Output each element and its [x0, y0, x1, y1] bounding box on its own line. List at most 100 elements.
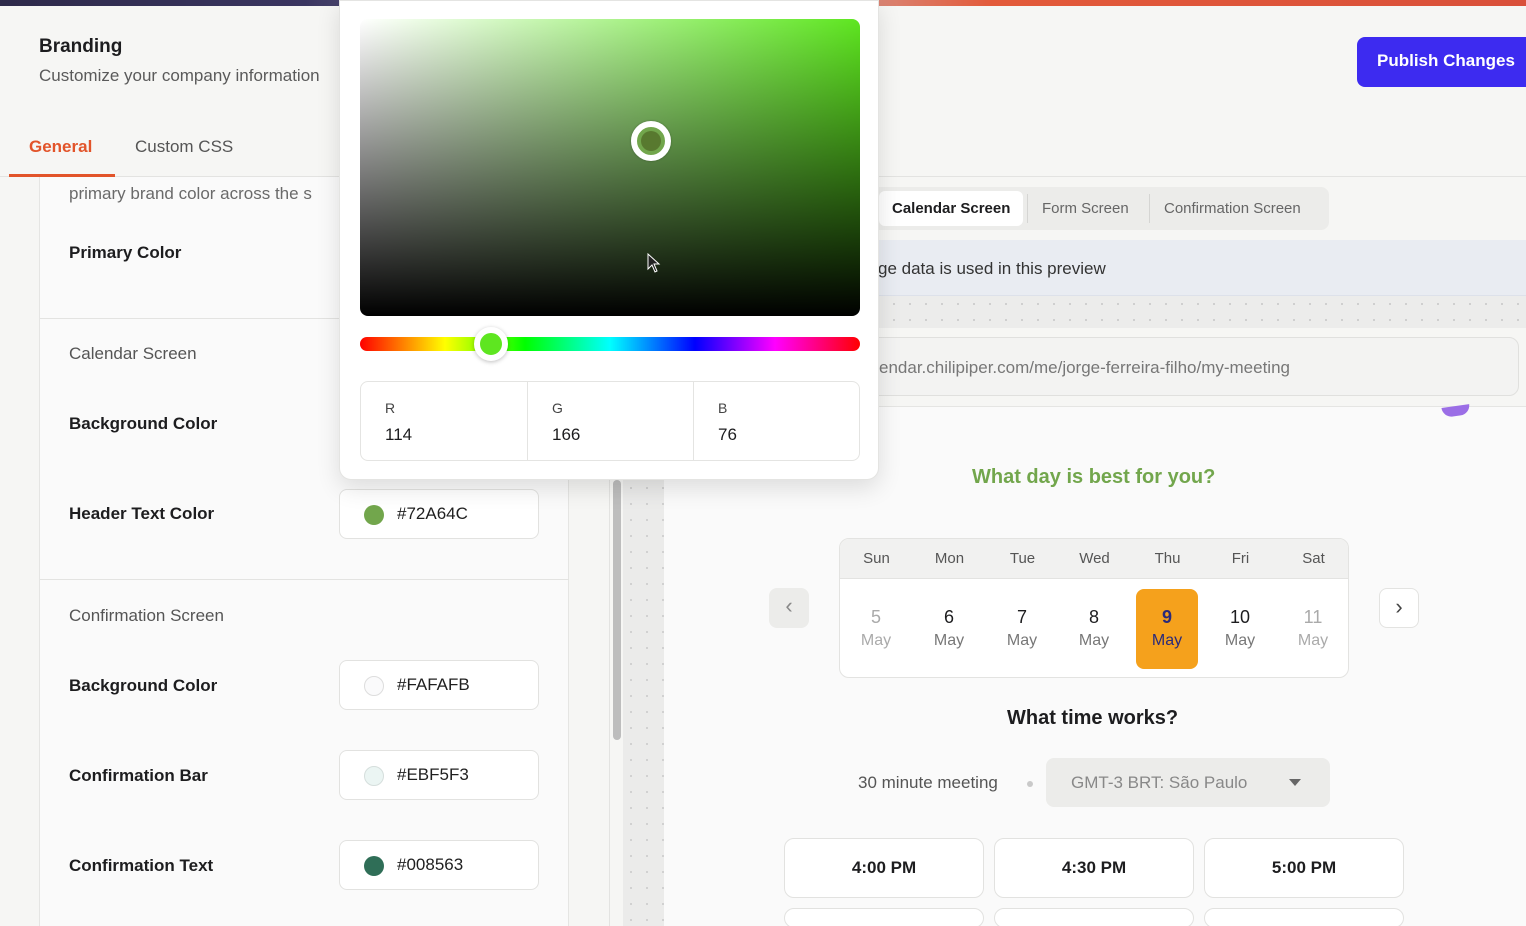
- day-number: 10: [1229, 607, 1251, 627]
- green-input[interactable]: G 166: [527, 382, 693, 460]
- day-month: May: [860, 632, 892, 649]
- weekday-label: Fri: [1231, 550, 1250, 567]
- separator-dot: [1027, 781, 1033, 787]
- green-label: G: [552, 400, 563, 416]
- header-text-color-label: Header Text Color: [69, 504, 215, 523]
- hex-value: #72A64C: [397, 504, 468, 523]
- hex-value: #FAFAFB: [397, 675, 470, 694]
- time-slot-label: 4:30 PM: [1061, 858, 1127, 877]
- rgb-inputs: R 114 G 166 B 76: [360, 381, 860, 461]
- blue-input[interactable]: B 76: [693, 382, 859, 460]
- timezone-select[interactable]: GMT-3 BRT: São Paulo: [1046, 758, 1330, 807]
- caret-down-icon: [1289, 779, 1301, 786]
- time-slot-button[interactable]: [994, 908, 1194, 926]
- dotted-background: [870, 296, 1526, 328]
- confirmation-bar-color-field[interactable]: #EBF5F3: [339, 750, 539, 800]
- preview-info-banner: ge data is used in this preview: [870, 240, 1526, 296]
- day-number: 7: [1016, 607, 1027, 627]
- chevron-right-icon: ›: [1395, 594, 1403, 619]
- calendar-day[interactable]: 6 May: [918, 589, 980, 669]
- calendar-screen-section-title: Calendar Screen: [69, 344, 197, 363]
- time-slot-label: 4:00 PM: [851, 858, 917, 877]
- header-text-color-field[interactable]: #72A64C: [339, 489, 539, 539]
- publish-changes-button[interactable]: Publish Changes: [1357, 37, 1526, 87]
- settings-intro-text: primary brand color across the s: [69, 184, 312, 203]
- calendar-day: 11 May: [1282, 589, 1344, 669]
- day-number: 8: [1088, 607, 1099, 627]
- confirmation-background-color-label: Background Color: [69, 676, 218, 695]
- info-banner-text: ge data is used in this preview: [878, 259, 1106, 278]
- tab-separator: [1149, 194, 1150, 223]
- time-slot-button[interactable]: [1204, 908, 1404, 926]
- day-question-heading: What day is best for you?: [972, 466, 1216, 488]
- preview-screen-tabs: Calendar Screen Form Screen Confirmation…: [870, 187, 1329, 230]
- green-value[interactable]: 166: [552, 425, 580, 445]
- day-number: 11: [1303, 607, 1323, 627]
- preview-tab-confirmation[interactable]: Confirmation Screen: [1151, 191, 1314, 226]
- page-title: Branding: [39, 36, 123, 57]
- color-swatch[interactable]: [364, 856, 384, 876]
- confirmation-text-color-field[interactable]: #008563: [339, 840, 539, 890]
- meeting-length-text: 30 minute meeting: [858, 773, 998, 792]
- day-month: May: [933, 632, 965, 649]
- calendar-widget: Sun Mon Tue Wed Thu Fri Sat 5 May 6 May …: [839, 538, 1349, 678]
- weekday-label: Wed: [1079, 550, 1110, 567]
- calendar-weekday-header: Sun Mon Tue Wed Thu Fri Sat: [840, 539, 1348, 579]
- preview-url-bar: endar.chilipiper.com/me/jorge-ferreira-f…: [855, 337, 1519, 396]
- preview-tab-calendar[interactable]: Calendar Screen: [879, 191, 1024, 226]
- section-divider: [40, 579, 569, 580]
- calendar-day[interactable]: 8 May: [1063, 589, 1125, 669]
- time-slot-button[interactable]: 5:00 PM: [1204, 838, 1404, 898]
- time-question-heading: What time works?: [1007, 707, 1179, 729]
- confirmation-background-color-field[interactable]: #FAFAFB: [339, 660, 539, 710]
- confirmation-text-label: Confirmation Text: [69, 856, 214, 875]
- tab-custom-css[interactable]: Custom CSS: [135, 137, 233, 157]
- weekday-label: Thu: [1154, 550, 1181, 567]
- calendar-day: 5 May: [845, 589, 907, 669]
- settings-scrollbar[interactable]: [613, 480, 621, 740]
- calendar-day[interactable]: 7 May: [991, 589, 1053, 669]
- day-month: May: [1224, 632, 1256, 649]
- blue-label: B: [718, 400, 728, 416]
- weekday-label: Tue: [1009, 550, 1036, 567]
- color-swatch[interactable]: [364, 676, 384, 696]
- chevron-left-icon: ‹: [785, 593, 793, 618]
- red-input[interactable]: R 114: [361, 382, 527, 460]
- prev-week-button[interactable]: ‹: [769, 588, 809, 628]
- time-slot-button[interactable]: [784, 908, 984, 926]
- weekday-label: Sat: [1302, 550, 1325, 567]
- panel-separator: [609, 480, 610, 926]
- tab-general[interactable]: General: [29, 137, 92, 157]
- color-swatch[interactable]: [364, 505, 384, 525]
- day-number: 9: [1161, 607, 1172, 627]
- confirmation-screen-section-title: Confirmation Screen: [69, 606, 224, 625]
- day-number: 6: [943, 607, 954, 627]
- next-week-button[interactable]: ›: [1379, 588, 1419, 628]
- time-slot-button[interactable]: 4:30 PM: [994, 838, 1194, 898]
- weekday-label: Mon: [934, 550, 965, 567]
- preview-url-text: endar.chilipiper.com/me/jorge-ferreira-f…: [879, 358, 1290, 377]
- color-picker-popover: R 114 G 166 B 76: [339, 0, 879, 480]
- calendar-day[interactable]: 10 May: [1209, 589, 1271, 669]
- saturation-value-handle[interactable]: [631, 121, 671, 161]
- saturation-value-area[interactable]: [360, 19, 860, 316]
- page-subtitle: Customize your company information: [39, 66, 320, 85]
- red-value[interactable]: 114: [385, 425, 412, 445]
- primary-color-label: Primary Color: [69, 243, 182, 262]
- hue-slider-handle[interactable]: [474, 327, 508, 361]
- calendar-day-selected[interactable]: 9 May: [1136, 589, 1198, 669]
- blue-value[interactable]: 76: [718, 425, 737, 445]
- red-label: R: [385, 400, 396, 416]
- day-month: May: [1297, 632, 1329, 649]
- hex-value: #EBF5F3: [397, 765, 469, 784]
- day-number: 5: [870, 607, 881, 627]
- color-swatch[interactable]: [364, 766, 384, 786]
- time-slot-button[interactable]: 4:00 PM: [784, 838, 984, 898]
- tab-separator: [1027, 194, 1028, 223]
- day-month: May: [1078, 632, 1110, 649]
- hex-value: #008563: [397, 855, 464, 874]
- weekday-label: Sun: [863, 550, 890, 567]
- day-month: May: [1151, 632, 1183, 649]
- hue-slider[interactable]: [360, 337, 860, 351]
- preview-tab-form[interactable]: Form Screen: [1029, 191, 1142, 226]
